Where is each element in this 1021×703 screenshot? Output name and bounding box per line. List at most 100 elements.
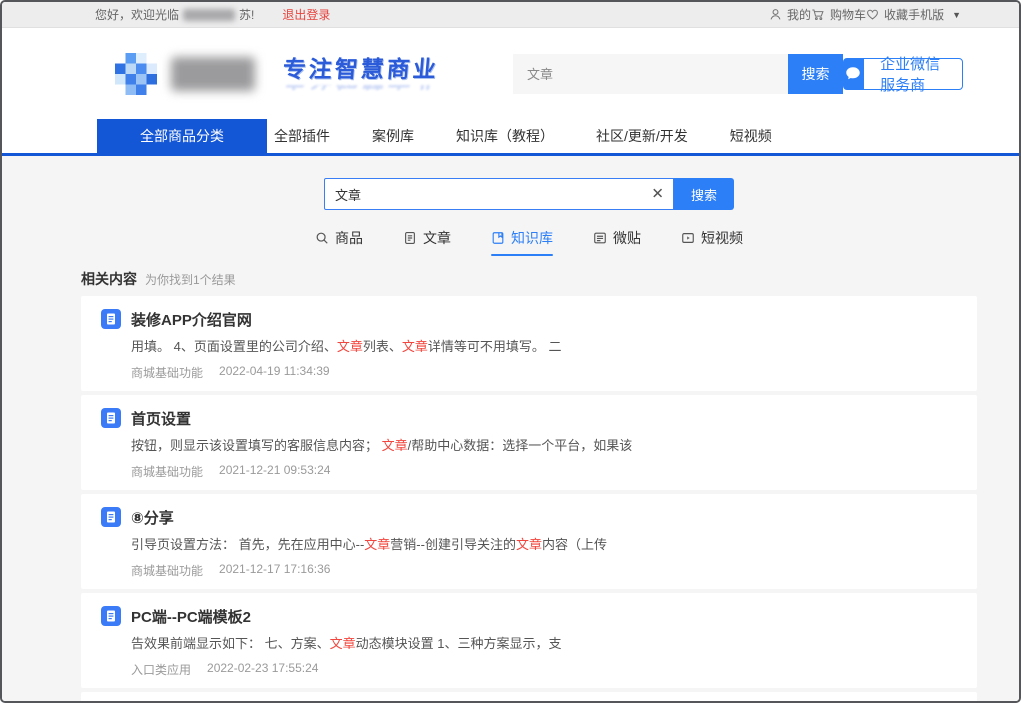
tab-label: 短视频 (701, 228, 743, 248)
nav-item-label: 短视频 (730, 126, 772, 146)
nav-item[interactable]: 社区/更新/开发 (596, 119, 688, 153)
nav-item[interactable]: 全部商品分类 (97, 119, 267, 153)
tab-label: 文章 (423, 228, 451, 248)
greeting-suffix: 苏! (239, 6, 254, 23)
main-navigation: 全部商品分类 全部插件 案例库 知识库（教程） 社区/更新/开发 短视频 (2, 119, 1019, 156)
tab-label: 商品 (335, 228, 363, 248)
header-search-input[interactable] (513, 54, 788, 94)
header-search-button[interactable]: 搜索 (788, 54, 843, 94)
description-text: 动态模块设置 1、三种方案显示，支 (356, 636, 562, 651)
results-count: 为你找到1个结果 (145, 271, 236, 288)
document-icon (101, 606, 121, 626)
description-text: 用填。 4、页面设置里的公司介绍、 (131, 339, 337, 354)
article-icon (403, 231, 417, 245)
wechat-icon (843, 58, 863, 90)
description-text: 按钮，则显示该设置填写的客服信息内容； (131, 438, 382, 453)
result-meta: 商城基础功能 2022-04-19 11:34:39 (131, 364, 957, 378)
result-category: 商城基础功能 (131, 562, 203, 576)
topbar-link-label: 我的 (787, 6, 811, 23)
browser-window: 您好，欢迎光临 苏! 退出登录 我的 购物车 收藏 手机版 ▼ (0, 0, 1021, 703)
header-search: 搜索 (513, 54, 843, 94)
video-icon (681, 231, 695, 245)
result-title[interactable]: 装修APP介绍官网 (131, 309, 252, 330)
result-type-tab[interactable]: 文章 (403, 228, 451, 256)
result-timestamp: 2021-12-17 17:16:36 (219, 562, 330, 576)
user-icon (769, 8, 782, 21)
result-type-tab[interactable]: 知识库 (491, 228, 553, 256)
top-bar: 您好，欢迎光临 苏! 退出登录 我的 购物车 收藏 手机版 ▼ (2, 2, 1019, 28)
topbar-link-label: 购物车 (830, 6, 866, 23)
result-title[interactable]: ⑧分享 (131, 507, 174, 528)
welcome-greeting: 您好，欢迎光临 苏! (95, 6, 254, 23)
highlight-keyword: 文章 (402, 339, 428, 354)
result-type-tab[interactable]: 微贴 (593, 228, 641, 256)
result-title[interactable]: 首页设置 (131, 408, 191, 429)
nav-item[interactable]: 全部插件 (274, 119, 330, 153)
description-text: 列表、 (363, 339, 402, 354)
description-text: 详情等可不用填写。 二 (428, 339, 562, 354)
result-meta: 商城基础功能 2021-12-17 17:16:36 (131, 562, 957, 576)
results-list: 装修APP介绍官网 用填。 4、页面设置里的公司介绍、文章列表、文章详情等可不用… (81, 296, 977, 701)
content-search-input[interactable] (324, 178, 674, 210)
result-title-row: 装修APP介绍官网 (101, 309, 957, 329)
result-card[interactable]: PC端--前端页面 (81, 692, 977, 701)
topbar-quick-links: 我的 购物车 收藏 手机版 ▼ (769, 6, 961, 23)
result-timestamp: 2022-02-23 17:55:24 (207, 661, 318, 675)
content-search-button[interactable]: 搜索 (674, 178, 734, 210)
logout-link[interactable]: 退出登录 (282, 6, 330, 23)
description-text: 引导页设置方法： 首先，先在应用中心-- (131, 537, 364, 552)
results-title: 相关内容 (81, 269, 137, 289)
nav-item-label: 社区/更新/开发 (596, 126, 688, 146)
nav-item-label: 知识库（教程） (456, 126, 554, 146)
tab-label: 微贴 (613, 228, 641, 248)
topbar-link[interactable]: 手机版 ▼ (908, 6, 961, 23)
topbar-link-label: 手机版 (908, 6, 944, 23)
results-header: 相关内容 为你找到1个结果 (81, 269, 977, 289)
highlight-keyword: 文章 (330, 636, 356, 651)
clear-search-icon[interactable]: ✕ (651, 187, 664, 202)
wechat-button-label: 企业微信服务商 (863, 58, 963, 90)
topbar-link[interactable]: 购物车 (811, 6, 866, 23)
result-category: 商城基础功能 (131, 364, 203, 378)
result-card[interactable]: 装修APP介绍官网 用填。 4、页面设置里的公司介绍、文章列表、文章详情等可不用… (81, 296, 977, 391)
redacted-shop-name (183, 9, 235, 21)
result-title[interactable]: PC端--PC端模板2 (131, 606, 251, 627)
result-title-row: ⑧分享 (101, 507, 957, 527)
nav-item[interactable]: 短视频 (730, 119, 772, 153)
document-icon (101, 507, 121, 527)
result-card[interactable]: ⑧分享 引导页设置方法： 首先，先在应用中心--文章营销--创建引导关注的文章内… (81, 494, 977, 589)
site-logo[interactable]: 专注智慧商业 专注智慧商业 (115, 50, 439, 97)
logo-slogan: 专注智慧商业 专注智慧商业 (283, 50, 439, 97)
result-type-tab[interactable]: 商品 (315, 228, 363, 256)
result-title-row: 首页设置 (101, 408, 957, 428)
result-type-tab[interactable]: 短视频 (681, 228, 743, 256)
document-icon (101, 408, 121, 428)
site-header: 专注智慧商业 专注智慧商业 搜索 企业微信服务商 (2, 28, 1019, 119)
wechat-service-button[interactable]: 企业微信服务商 (843, 58, 963, 90)
result-category: 入口类应用 (131, 661, 191, 675)
nav-item-label: 案例库 (372, 126, 414, 146)
result-card[interactable]: PC端--PC端模板2 告效果前端显示如下： 七、方案、文章动态模块设置 1、三… (81, 593, 977, 688)
result-meta: 商城基础功能 2021-12-21 09:53:24 (131, 463, 957, 477)
slogan-reflection: 专注智慧商业 (282, 85, 439, 97)
nav-item[interactable]: 案例库 (372, 119, 414, 153)
heart-icon (866, 8, 879, 21)
result-description: 告效果前端显示如下： 七、方案、文章动态模块设置 1、三种方案显示，支 (131, 635, 957, 652)
result-description: 用填。 4、页面设置里的公司介绍、文章列表、文章详情等可不用填写。 二 (131, 338, 957, 355)
content-search-box: ✕ (324, 178, 674, 210)
chevron-down-icon: ▼ (952, 10, 961, 20)
result-meta: 入口类应用 2022-02-23 17:55:24 (131, 661, 957, 675)
result-card[interactable]: 首页设置 按钮，则显示该设置填写的客服信息内容； 文章/帮助中心数据：选择一个平… (81, 395, 977, 490)
content-search: ✕ 搜索 (324, 178, 734, 210)
result-category: 商城基础功能 (131, 463, 203, 477)
slogan-text: 专注智慧商业 (282, 50, 441, 84)
document-icon (101, 309, 121, 329)
nav-item[interactable]: 知识库（教程） (456, 119, 554, 153)
main-content: ✕ 搜索 商品 文章 知识库 微贴 (2, 156, 1019, 701)
result-description: 按钮，则显示该设置填写的客服信息内容； 文章/帮助中心数据：选择一个平台，如果该 (131, 437, 957, 454)
result-type-tabs: 商品 文章 知识库 微贴 短视频 (81, 228, 977, 256)
topbar-link[interactable]: 收藏 (866, 6, 908, 23)
topbar-link-label: 收藏 (884, 6, 908, 23)
redacted-logo-text (171, 57, 255, 91)
topbar-link[interactable]: 我的 (769, 6, 811, 23)
